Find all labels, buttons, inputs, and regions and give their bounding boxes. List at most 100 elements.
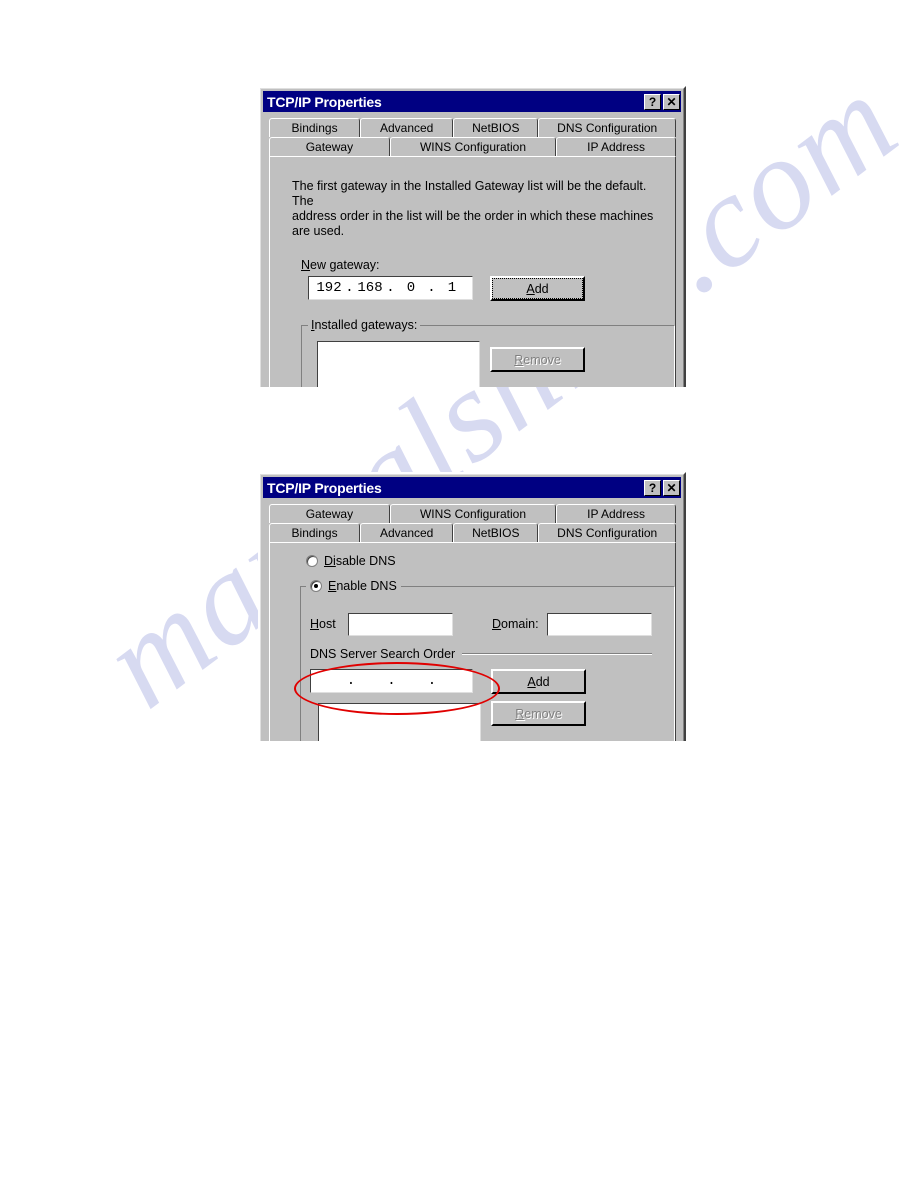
gateway-tab-page: The first gateway in the Installed Gatew…	[269, 156, 676, 387]
installed-gateways-legend: Installed gateways:	[308, 318, 421, 332]
radio-icon	[310, 580, 322, 592]
tab-label: DNS Configuration	[557, 526, 658, 540]
close-icon[interactable]: ✕	[663, 93, 680, 110]
accel-char: D	[492, 617, 502, 631]
ip-dot: .	[386, 280, 395, 296]
tcpip-properties-gateway-dialog: TCP/IP Properties ? ✕ Bindings Advanced …	[258, 86, 686, 387]
tab-advanced[interactable]: Advanced	[360, 523, 454, 542]
remove-gateway-button[interactable]: Remove	[490, 347, 585, 372]
remove-dns-button[interactable]: Remove	[491, 701, 586, 726]
close-icon[interactable]: ✕	[663, 479, 680, 496]
accel-char: N	[301, 258, 311, 272]
label-rest: sable DNS	[335, 554, 396, 568]
label-rest: omain:	[501, 617, 539, 631]
tab-label: Gateway	[305, 140, 354, 154]
help-icon[interactable]: ?	[644, 93, 661, 110]
button-inner: Remove	[493, 703, 584, 724]
button-label: emove	[524, 706, 562, 721]
tab-label: IP Address	[587, 507, 645, 521]
tab-row-top: Gateway WINS Configuration IP Address	[269, 504, 676, 523]
title-bar: TCP/IP Properties ? ✕	[263, 477, 681, 498]
ip-octet-2: 168	[357, 280, 383, 296]
ip-octet-1: 192	[316, 280, 342, 296]
tab-wins-configuration[interactable]: WINS Configuration	[389, 504, 557, 523]
dialog-title: TCP/IP Properties	[267, 479, 382, 496]
help-icon[interactable]: ?	[644, 479, 661, 496]
dns-search-order-legend: DNS Server Search Order	[310, 647, 456, 661]
ip-dot: .	[427, 280, 436, 296]
label-rest: ew gateway:	[310, 258, 380, 272]
legend-rest: nstalled gateways:	[314, 318, 418, 332]
tab-strip: Gateway WINS Configuration IP Address Bi…	[269, 504, 677, 542]
dns-server-list[interactable]	[318, 703, 481, 741]
radio-label: Disable DNS	[324, 554, 396, 568]
tab-ip-address[interactable]: IP Address	[556, 137, 676, 156]
tab-ip-address[interactable]: IP Address	[556, 504, 676, 523]
dns-server-input[interactable]: . . .	[310, 669, 473, 693]
tcpip-properties-dns-dialog: TCP/IP Properties ? ✕ Gateway WINS Confi…	[258, 472, 686, 741]
disable-dns-radio[interactable]: Disable DNS	[306, 554, 396, 568]
installed-gateways-list[interactable]	[317, 341, 480, 387]
tab-dns-configuration[interactable]: DNS Configuration	[538, 118, 677, 137]
accel-char: A	[527, 674, 536, 689]
tab-label: WINS Configuration	[419, 140, 527, 154]
tab-label: Gateway	[305, 507, 354, 521]
tab-label: NetBIOS	[472, 121, 520, 135]
ip-dot: .	[427, 673, 437, 689]
button-label: emove	[523, 352, 561, 367]
tab-wins-configuration[interactable]: WINS Configuration	[389, 137, 557, 156]
button-inner: Add	[492, 278, 583, 299]
accel-char: Di	[324, 554, 336, 568]
tab-bindings[interactable]: Bindings	[269, 523, 361, 542]
tab-bindings[interactable]: Bindings	[269, 118, 361, 137]
tab-label: DNS Configuration	[557, 121, 658, 135]
gateway-description: The first gateway in the Installed Gatew…	[292, 179, 654, 238]
domain-input[interactable]	[547, 613, 652, 636]
tab-label: WINS Configuration	[419, 507, 527, 521]
ip-dot: .	[387, 673, 396, 689]
tab-label: Bindings	[291, 526, 338, 540]
tab-label: NetBIOS	[472, 526, 520, 540]
ip-dot: .	[346, 673, 356, 689]
tab-strip: Bindings Advanced NetBIOS DNS Configurat…	[269, 118, 677, 156]
add-dns-button[interactable]: Add	[491, 669, 586, 694]
domain-label: Domain:	[492, 617, 539, 631]
title-bar: TCP/IP Properties ? ✕	[263, 91, 681, 112]
dialog-title: TCP/IP Properties	[267, 93, 382, 110]
tab-dns-configuration[interactable]: DNS Configuration	[538, 523, 677, 542]
ip-dot: .	[345, 280, 354, 296]
label-rest: ost	[319, 617, 336, 631]
host-label: Host	[310, 617, 336, 631]
title-bar-buttons: ? ✕	[644, 479, 681, 496]
tab-label: Advanced	[379, 121, 434, 135]
accel-char: H	[310, 617, 320, 631]
tab-gateway[interactable]: Gateway	[269, 504, 390, 523]
add-gateway-button[interactable]: Add	[490, 276, 585, 301]
radio-icon	[306, 555, 318, 567]
tab-gateway[interactable]: Gateway	[269, 137, 390, 156]
title-bar-buttons: ? ✕	[644, 93, 681, 110]
button-label: dd	[534, 281, 549, 296]
tab-netbios[interactable]: NetBIOS	[453, 118, 539, 137]
accel-char: R	[515, 706, 525, 721]
tab-label: Bindings	[291, 121, 338, 135]
new-gateway-label: New gateway:	[301, 258, 380, 272]
tab-advanced[interactable]: Advanced	[360, 118, 454, 137]
ip-octet-3: 0	[406, 280, 416, 296]
tab-label: IP Address	[587, 140, 645, 154]
tab-netbios[interactable]: NetBIOS	[453, 523, 539, 542]
button-inner: Remove	[492, 349, 583, 370]
dns-search-order-separator	[462, 653, 652, 655]
tab-row-bottom: Bindings Advanced NetBIOS DNS Configurat…	[269, 523, 677, 542]
tab-row-top: Bindings Advanced NetBIOS DNS Configurat…	[269, 118, 677, 137]
accel-char: A	[526, 281, 535, 296]
tab-row-bottom: Gateway WINS Configuration IP Address	[269, 137, 676, 156]
tab-label: Advanced	[379, 526, 434, 540]
label-rest: nable DNS	[336, 579, 397, 593]
host-input[interactable]	[348, 613, 453, 636]
button-inner: Add	[493, 671, 584, 692]
button-label: dd	[535, 674, 550, 689]
new-gateway-input[interactable]: 192 . 168 . 0 . 1	[308, 276, 473, 300]
enable-dns-radio[interactable]: Enable DNS	[306, 579, 401, 593]
dns-tab-page: Disable DNS Enable DNS Host Domain: DNS …	[269, 542, 676, 741]
